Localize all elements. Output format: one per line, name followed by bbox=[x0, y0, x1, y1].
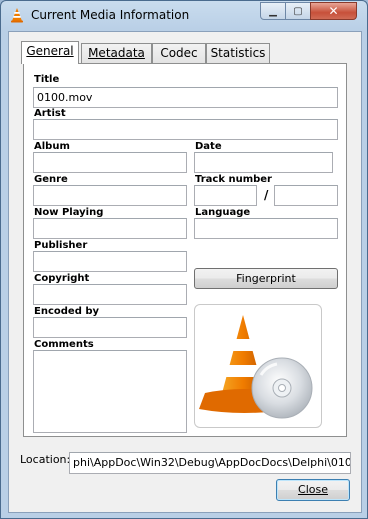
title-label: Title bbox=[34, 74, 60, 85]
fingerprint-button-label: Fingerprint bbox=[236, 272, 296, 285]
tab-statistics-label: Statistics bbox=[210, 46, 266, 60]
close-button-label: Close bbox=[298, 483, 328, 496]
comments-textarea[interactable] bbox=[33, 350, 187, 433]
publisher-field[interactable] bbox=[33, 251, 187, 272]
minimize-button[interactable]: ▁ bbox=[260, 2, 286, 20]
now-playing-label: Now Playing bbox=[34, 207, 104, 218]
artist-label: Artist bbox=[34, 108, 66, 119]
vlc-cone-icon bbox=[11, 8, 23, 23]
maximize-icon: ▢ bbox=[293, 5, 303, 17]
close-button[interactable]: Close bbox=[276, 479, 350, 501]
close-icon: ✕ bbox=[328, 4, 339, 18]
encoded-by-field[interactable] bbox=[33, 317, 187, 338]
track-total-field[interactable] bbox=[274, 185, 338, 206]
fingerprint-button[interactable]: Fingerprint bbox=[194, 268, 338, 289]
genre-field[interactable] bbox=[33, 185, 187, 206]
language-field[interactable] bbox=[194, 218, 338, 239]
media-information-window: Current Media Information ▁ ▢ ✕ General … bbox=[0, 0, 368, 519]
encoded-by-label: Encoded by bbox=[34, 306, 100, 317]
title-bar[interactable]: Current Media Information ▁ ▢ ✕ bbox=[1, 1, 367, 31]
vlc-cone-disc-icon bbox=[199, 315, 313, 419]
maximize-button[interactable]: ▢ bbox=[285, 2, 311, 20]
location-field[interactable]: phi\AppDoc\Win32\Debug\AppDocDocs\Delphi… bbox=[69, 452, 351, 474]
copyright-field[interactable] bbox=[33, 284, 187, 305]
genre-label: Genre bbox=[34, 174, 68, 185]
track-separator: / bbox=[264, 188, 269, 202]
tab-statistics[interactable]: Statistics bbox=[206, 43, 270, 63]
track-number-label: Track number bbox=[195, 174, 272, 185]
window-title: Current Media Information bbox=[31, 8, 190, 22]
tab-codec[interactable]: Codec bbox=[152, 43, 206, 63]
general-tab-panel: Title 0100.mov Artist Album Date Genre T… bbox=[23, 63, 347, 437]
language-label: Language bbox=[195, 207, 251, 218]
album-label: Album bbox=[34, 141, 70, 152]
date-label: Date bbox=[195, 141, 222, 152]
tab-codec-label: Codec bbox=[160, 46, 198, 60]
tab-metadata[interactable]: Metadata bbox=[81, 43, 152, 63]
album-field[interactable] bbox=[33, 152, 187, 173]
now-playing-field[interactable] bbox=[33, 218, 187, 239]
artist-field[interactable] bbox=[33, 119, 338, 140]
track-number-field[interactable] bbox=[194, 185, 257, 206]
tab-metadata-label: Metadata bbox=[88, 46, 145, 60]
close-window-button[interactable]: ✕ bbox=[310, 2, 357, 20]
tab-general-label: General bbox=[26, 44, 74, 58]
location-label: Location: bbox=[20, 453, 71, 466]
artwork-frame bbox=[194, 304, 322, 428]
tab-general[interactable]: General bbox=[21, 41, 79, 64]
publisher-label: Publisher bbox=[34, 240, 88, 251]
comments-label: Comments bbox=[34, 339, 94, 350]
date-field[interactable] bbox=[194, 152, 333, 173]
title-field[interactable]: 0100.mov bbox=[33, 87, 338, 108]
copyright-label: Copyright bbox=[34, 273, 90, 284]
dialog-client-area: General Metadata Codec Statistics Title … bbox=[8, 31, 362, 513]
minimize-icon: ▁ bbox=[269, 5, 277, 17]
